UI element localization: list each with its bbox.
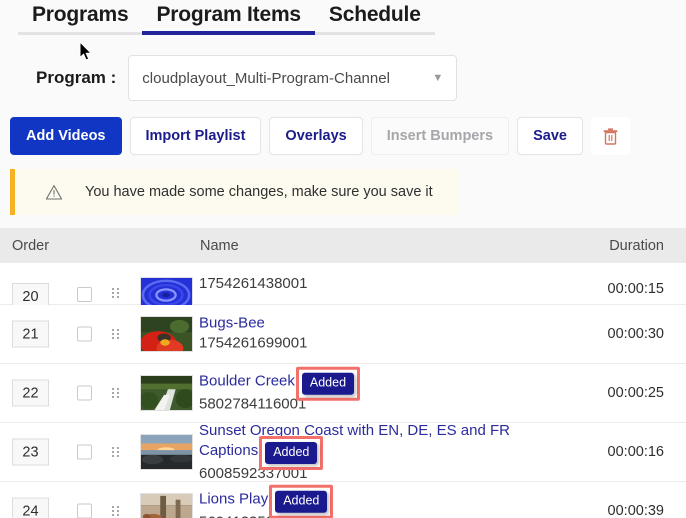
table-row[interactable]: 22 Boulder Creek Added 5802784116001 00:… <box>0 364 686 423</box>
row-name-cell: Sunset Oregon Coast with EN, DE, ES and … <box>199 421 549 483</box>
overlays-button[interactable]: Overlays <box>269 117 363 155</box>
unsaved-changes-text: You have made some changes, make sure yo… <box>85 184 433 200</box>
row-title-link[interactable]: Sunset Oregon Coast with EN, DE, ES and … <box>199 422 510 459</box>
row-name-cell: Bugs-Bee 1754261699001 <box>199 315 549 354</box>
row-title-line: Lions Play Added <box>199 484 549 518</box>
added-badge-wrap: Added <box>295 366 361 401</box>
program-items-table: Order Name Duration 20 1754261438001 00:… <box>0 228 686 518</box>
import-playlist-button[interactable]: Import Playlist <box>129 117 262 155</box>
table-row[interactable]: 21 Bugs-Bee 1754261699001 00:00:30 <box>0 305 686 364</box>
table-header: Order Name Duration <box>0 228 686 263</box>
row-order-input[interactable]: 22 <box>12 379 49 407</box>
tab-programs-label: Programs <box>32 3 129 26</box>
row-duration: 00:00:15 <box>607 281 664 297</box>
row-duration: 00:00:30 <box>607 326 664 342</box>
row-checkbox[interactable] <box>77 326 92 342</box>
overlays-label: Overlays <box>285 128 347 144</box>
trash-icon <box>603 127 618 145</box>
row-title-link[interactable]: Boulder Creek <box>199 373 295 390</box>
row-thumbnail <box>140 493 193 518</box>
row-drag-handle[interactable] <box>112 505 122 517</box>
status-badge: Added <box>275 490 328 513</box>
row-duration: 00:00:16 <box>607 444 664 460</box>
program-label: Program : <box>36 68 117 87</box>
main-tabs: Programs Program Items Schedule <box>0 0 686 42</box>
program-selector-row: Program : cloudplayout_Multi-Program-Cha… <box>0 52 686 104</box>
column-header-name: Name <box>200 237 239 254</box>
row-title-link[interactable]: Bugs-Bee <box>199 315 549 333</box>
row-video-id: 6008592337001 <box>199 464 308 482</box>
row-checkbox[interactable] <box>77 444 92 460</box>
row-duration: 00:00:39 <box>607 503 664 518</box>
row-drag-handle[interactable] <box>112 328 122 340</box>
row-video-id: 5604123528001 <box>199 514 549 518</box>
row-video-id: 5802784116001 <box>199 395 307 413</box>
row-order-input[interactable]: 21 <box>12 320 49 348</box>
action-toolbar: Add Videos Import Playlist Overlays Inse… <box>0 116 686 156</box>
row-drag-handle[interactable] <box>112 446 122 458</box>
table-row[interactable]: 23 Sunset Oregon Coast with EN, DE, ES a <box>0 421 686 483</box>
row-order-value: 23 <box>22 444 39 460</box>
chevron-down-icon: ▼ <box>432 72 444 84</box>
tab-program-items-label: Program Items <box>156 3 301 26</box>
row-checkbox[interactable] <box>77 385 92 401</box>
program-items-page: Programs Program Items Schedule Program … <box>0 0 686 518</box>
row-checkbox[interactable] <box>77 287 92 302</box>
row-title-link[interactable]: Lions Play <box>199 491 268 508</box>
added-badge-wrap: Added <box>269 484 334 518</box>
insert-bumpers-label: Insert Bumpers <box>386 128 494 144</box>
row-name-cell: Boulder Creek Added 5802784116001 <box>199 366 549 415</box>
tab-schedule-underline <box>314 32 435 35</box>
tab-programs[interactable]: Programs <box>18 0 143 40</box>
tab-schedule-label: Schedule <box>328 3 421 26</box>
row-drag-handle[interactable] <box>112 387 122 399</box>
column-header-duration: Duration <box>609 237 664 254</box>
row-thumbnail <box>140 434 193 470</box>
added-badge-wrap: Added <box>259 435 324 470</box>
column-header-order: Order <box>12 237 50 254</box>
add-videos-label: Add Videos <box>26 128 106 144</box>
row-order-input[interactable]: 23 <box>12 438 49 466</box>
row-video-id: 1754261699001 <box>199 335 308 352</box>
tab-program-items-underline <box>142 31 315 35</box>
row-order-input[interactable]: 24 <box>12 497 49 518</box>
warning-triangle-icon <box>45 184 63 201</box>
row-name-cell: 1754261438001 <box>199 273 549 293</box>
row-duration: 00:00:25 <box>607 385 664 401</box>
tab-schedule[interactable]: Schedule <box>314 0 435 40</box>
import-playlist-label: Import Playlist <box>145 128 246 144</box>
row-title-line: Boulder Creek Added <box>199 366 549 401</box>
row-order-value: 20 <box>22 288 39 305</box>
row-drag-handle[interactable] <box>112 287 122 299</box>
row-order-value: 22 <box>22 385 39 401</box>
row-checkbox[interactable] <box>77 503 92 518</box>
row-thumbnail <box>140 375 193 411</box>
program-select[interactable]: cloudplayout_Multi-Program-Channel ▼ <box>128 55 458 101</box>
program-select-value: cloudplayout_Multi-Program-Channel <box>142 69 390 87</box>
delete-button[interactable] <box>590 117 630 155</box>
table-row[interactable]: 24 Lions PlayAdded 5604 <box>0 482 686 518</box>
tab-programs-underline <box>18 32 143 35</box>
row-video-id: 1754261438001 <box>199 275 308 292</box>
tab-program-items[interactable]: Program Items <box>142 0 315 40</box>
add-videos-button[interactable]: Add Videos <box>10 117 122 155</box>
row-title-line: Sunset Oregon Coast with EN, DE, ES and … <box>199 421 549 470</box>
table-row[interactable]: 20 1754261438001 00:00:15 <box>0 263 686 313</box>
status-badge: Added <box>301 372 355 395</box>
save-button[interactable]: Save <box>517 117 583 155</box>
status-badge: Added <box>265 441 318 464</box>
row-order-value: 21 <box>22 326 39 342</box>
insert-bumpers-button: Insert Bumpers <box>370 117 510 155</box>
save-label: Save <box>533 128 567 144</box>
unsaved-changes-banner: You have made some changes, make sure yo… <box>10 169 459 215</box>
row-thumbnail <box>140 316 193 352</box>
row-order-value: 24 <box>22 503 39 518</box>
row-name-cell: Lions Play Added 5604123528001 <box>199 484 549 518</box>
